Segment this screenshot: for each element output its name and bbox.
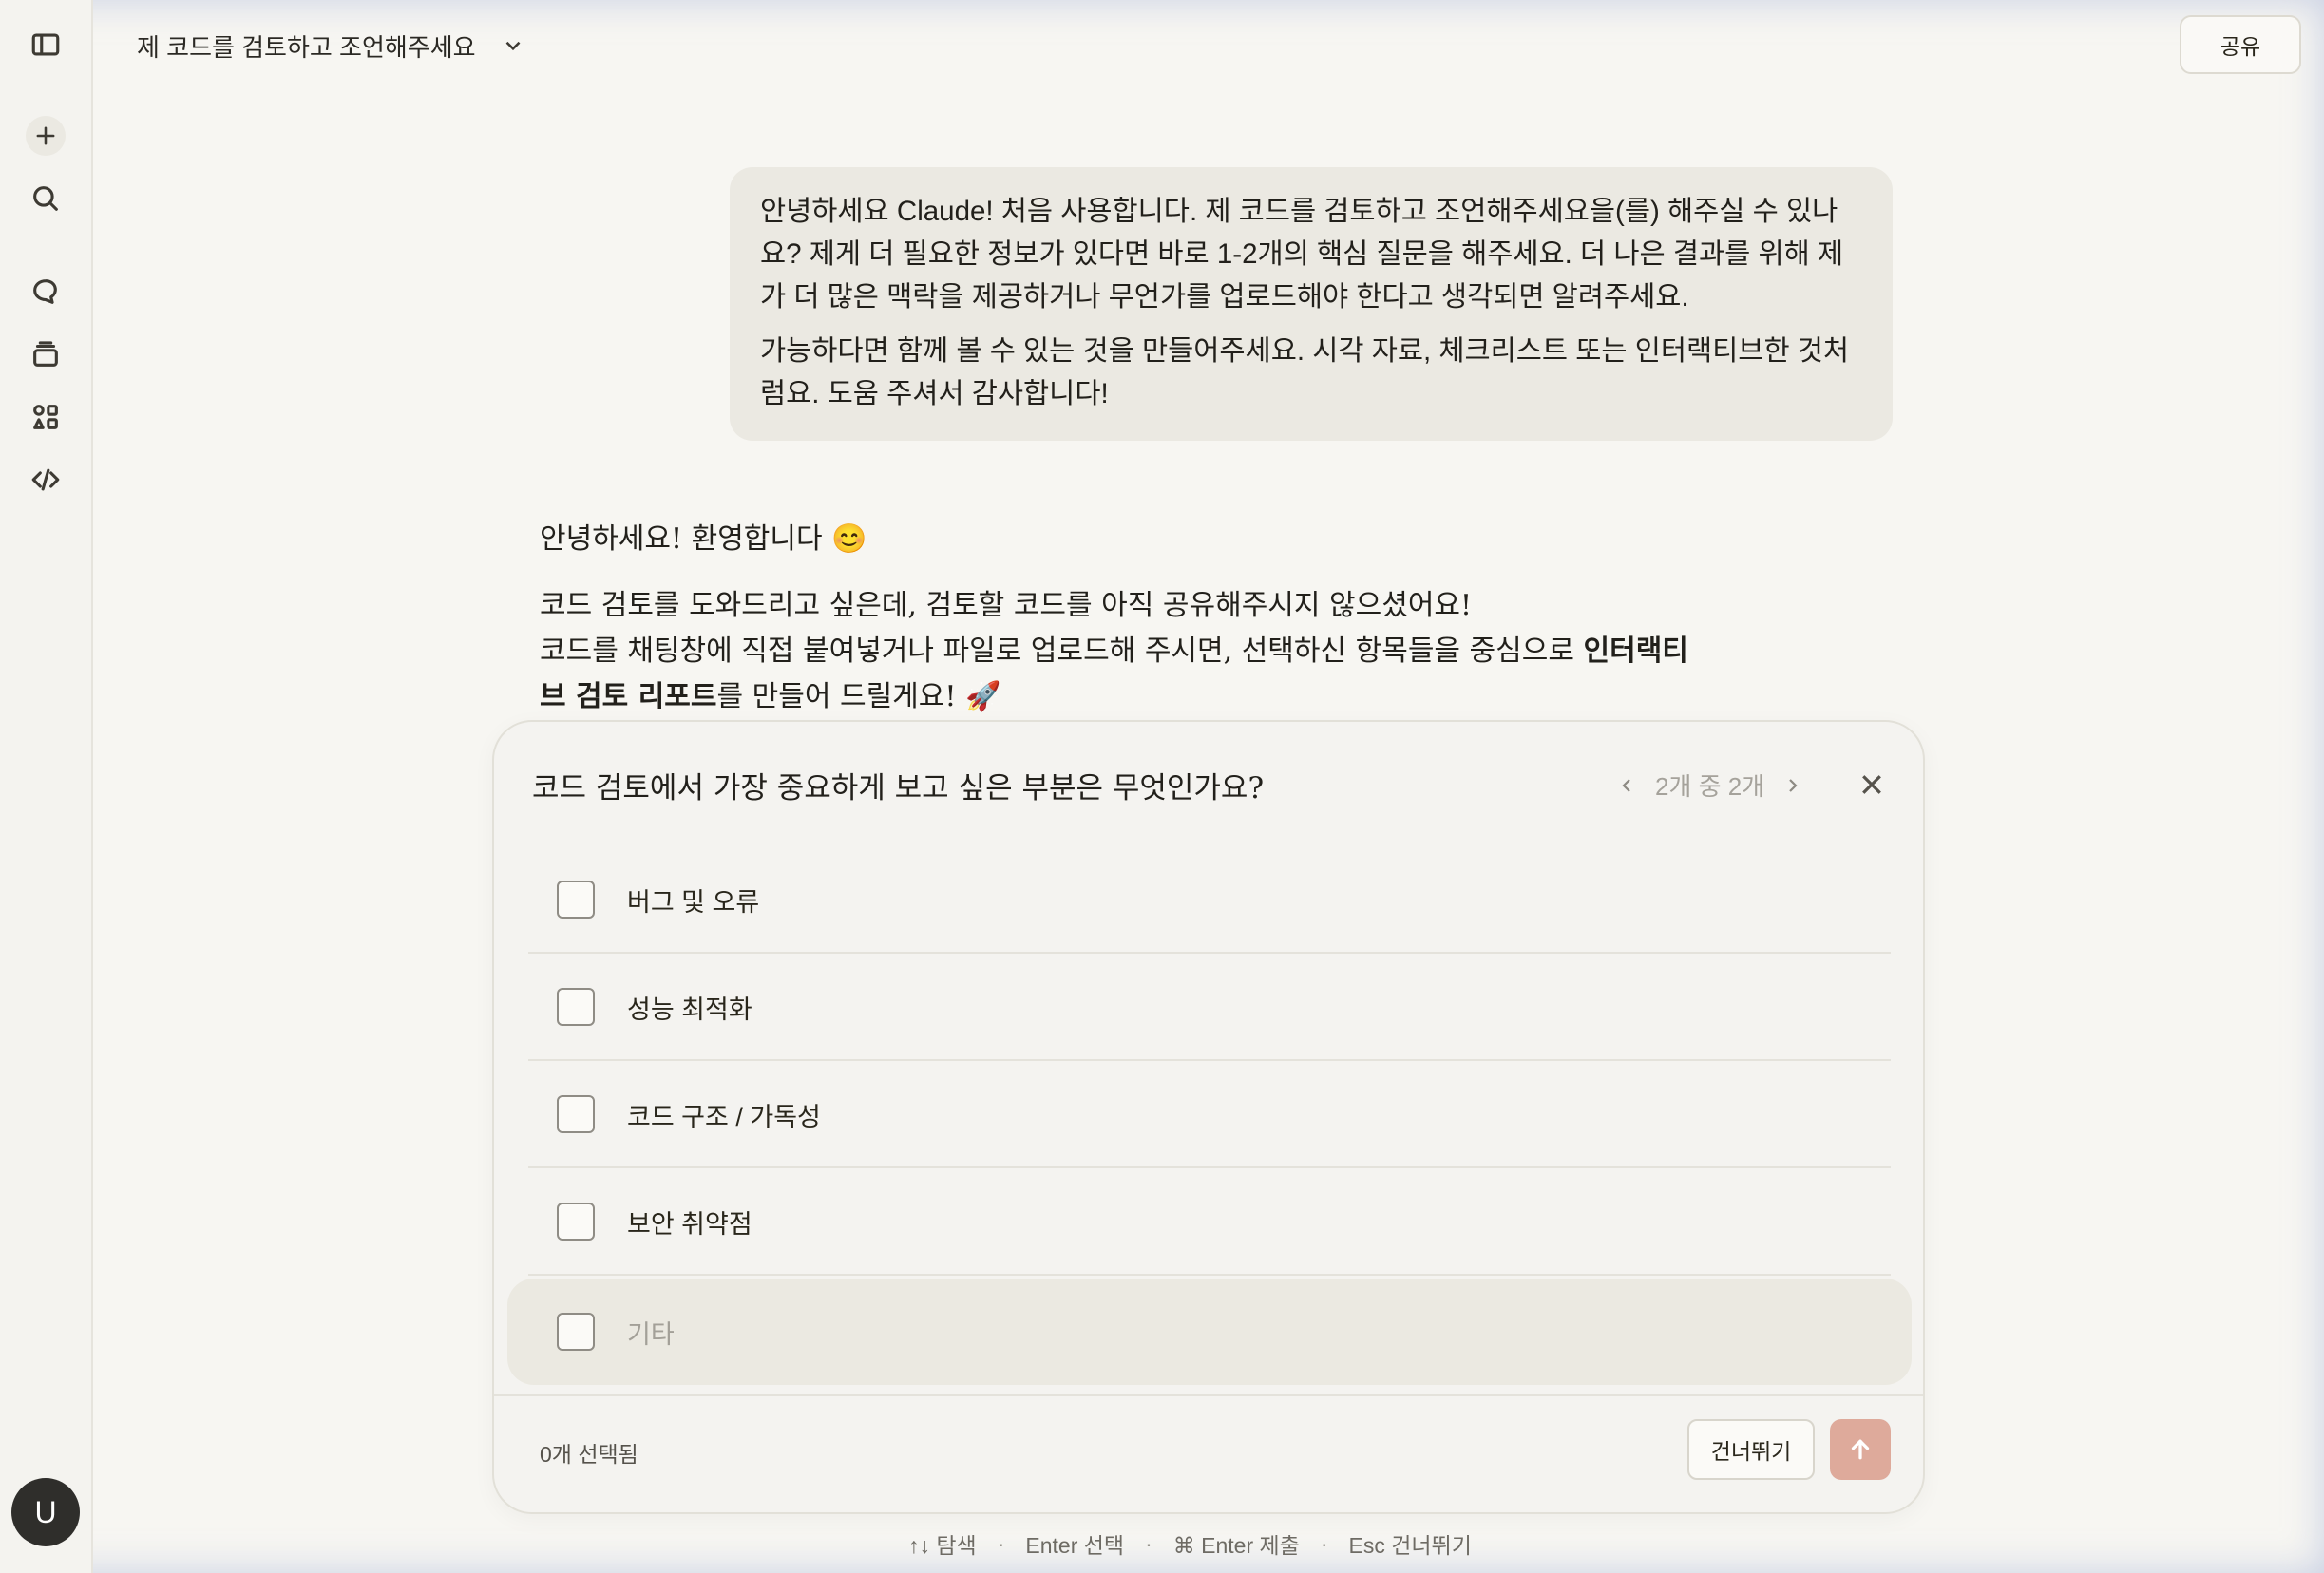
text-line: 코드를 채팅창에 직접 붙여넣거나 파일로 업로드해 주시면, 선택하신 항목들…	[540, 629, 1832, 674]
text-line: 가 더 많은 맥락을 제공하거나 무언가를 업로드해야 한다고 생각되면 알려주…	[760, 281, 1689, 313]
question-card: 코드 검토에서 가장 중요하게 보고 싶은 부분은 무엇인가요? 2개 중 2개…	[492, 720, 1925, 1514]
avatar[interactable]: U	[11, 1478, 80, 1546]
separator: ·	[1145, 1530, 1152, 1556]
share-button[interactable]: 공유	[2180, 15, 2301, 74]
chevron-right-icon[interactable]	[1781, 774, 1804, 797]
option-performance[interactable]: 성능 최적화	[528, 955, 1891, 1061]
app-window: U 제 코드를 검토하고 조언해주세요 공유 안녕하세요 Claude! 처음 …	[0, 0, 2324, 1573]
checkbox[interactable]	[557, 988, 595, 1026]
separator: ·	[997, 1530, 1005, 1556]
text-line: 코드 검토를 도와드리고 싶은데, 검토할 코드를 아직 공유해주시지 않으셨어…	[540, 589, 1473, 622]
code-icon[interactable]	[24, 458, 67, 502]
checkbox[interactable]	[557, 881, 595, 919]
option-label: 코드 구조 / 가독성	[627, 1102, 821, 1131]
search-icon[interactable]	[24, 177, 67, 220]
close-icon[interactable]	[1851, 764, 1893, 805]
separator: ·	[1320, 1530, 1328, 1556]
conversation-title-dropdown[interactable]: 제 코드를 검토하고 조언해주세요	[137, 27, 525, 65]
question-pager: 2개 중 2개	[1615, 768, 1804, 803]
bold-text: 인터랙티	[1583, 635, 1688, 668]
user-message-paragraph-1: 안녕하세요 Claude! 처음 사용합니다. 제 코드를 검토하고 조언해주세…	[760, 190, 1862, 318]
user-message: 안녕하세요 Claude! 처음 사용합니다. 제 코드를 검토하고 조언해주세…	[730, 167, 1893, 441]
hint-navigate: ↑↓ 탐색	[908, 1533, 977, 1558]
chevron-left-icon[interactable]	[1615, 774, 1638, 797]
option-label: 기타	[627, 1319, 675, 1349]
text-line: 가능하다면 함께 볼 수 있는 것을 만들어주세요. 시각 자료, 체크리스트 …	[760, 335, 1850, 367]
text-line: 요? 제게 더 필요한 정보가 있다면 바로 1-2개의 핵심 질문을 해주세요…	[760, 238, 1844, 270]
assistant-paragraph: 코드 검토를 도와드리고 싶은데, 검토할 코드를 아직 공유해주시지 않으셨어…	[540, 583, 1832, 720]
option-code-structure[interactable]: 코드 구조 / 가독성	[528, 1062, 1891, 1168]
option-label: 버그 및 오류	[627, 887, 760, 917]
pager-label: 2개 중 2개	[1655, 772, 1765, 801]
bold-text: 브 검토 리포트	[540, 680, 717, 713]
chats-icon[interactable]	[24, 270, 67, 313]
option-other[interactable]: 기타	[507, 1279, 1912, 1385]
assistant-greeting: 안녕하세요! 환영합니다 😊	[540, 522, 867, 556]
checkbox[interactable]	[557, 1095, 595, 1133]
skip-button[interactable]: 건너뛰기	[1687, 1419, 1815, 1480]
user-message-paragraph-2: 가능하다면 함께 볼 수 있는 것을 만들어주세요. 시각 자료, 체크리스트 …	[760, 330, 1862, 415]
text-span: 를 만들어 드릴게요! 🚀	[716, 680, 1001, 713]
checkbox[interactable]	[557, 1313, 595, 1351]
assistant-message: 안녕하세요! 환영합니다 😊 코드 검토를 도와드리고 싶은데, 검토할 코드를…	[540, 517, 1832, 720]
new-chat-button[interactable]	[26, 116, 66, 156]
option-label: 보안 취약점	[627, 1209, 752, 1239]
artifacts-icon[interactable]	[24, 395, 67, 439]
text-line: 브 검토 리포트를 만들어 드릴게요! 🚀	[540, 674, 1832, 720]
selected-count: 0개 선택됨	[540, 1442, 638, 1467]
text-line: 안녕하세요 Claude! 처음 사용합니다. 제 코드를 검토하고 조언해주세…	[760, 196, 1838, 227]
question-title: 코드 검토에서 가장 중요하게 보고 싶은 부분은 무엇인가요?	[532, 771, 1265, 805]
arrow-up-icon	[1851, 1439, 1870, 1460]
checkbox[interactable]	[557, 1203, 595, 1241]
text-line: 럼요. 도움 주셔서 감사합니다!	[760, 378, 1109, 409]
sidebar: U	[0, 0, 93, 1573]
chevron-down-icon	[505, 41, 520, 51]
text-span: 코드를 채팅창에 직접 붙여넣거나 파일로 업로드해 주시면, 선택하신 항목들…	[540, 635, 1584, 668]
option-label: 성능 최적화	[627, 995, 752, 1024]
keyboard-hints: ↑↓ 탐색 · Enter 선택 · ⌘ Enter 제출 · Esc 건너뛰기	[908, 1527, 1472, 1560]
question-footer: 0개 선택됨 건너뛰기	[494, 1394, 1923, 1512]
hint-select: Enter 선택	[1025, 1533, 1125, 1558]
hint-skip: Esc 건너뛰기	[1348, 1533, 1472, 1558]
submit-button[interactable]	[1830, 1419, 1891, 1480]
projects-icon[interactable]	[24, 332, 67, 376]
sidebar-toggle-icon[interactable]	[24, 23, 67, 66]
conversation-title: 제 코드를 검토하고 조언해주세요	[137, 32, 476, 62]
option-security[interactable]: 보안 취약점	[528, 1169, 1891, 1276]
hint-submit: ⌘ Enter 제출	[1172, 1533, 1300, 1558]
option-bugs-errors[interactable]: 버그 및 오류	[528, 847, 1891, 954]
